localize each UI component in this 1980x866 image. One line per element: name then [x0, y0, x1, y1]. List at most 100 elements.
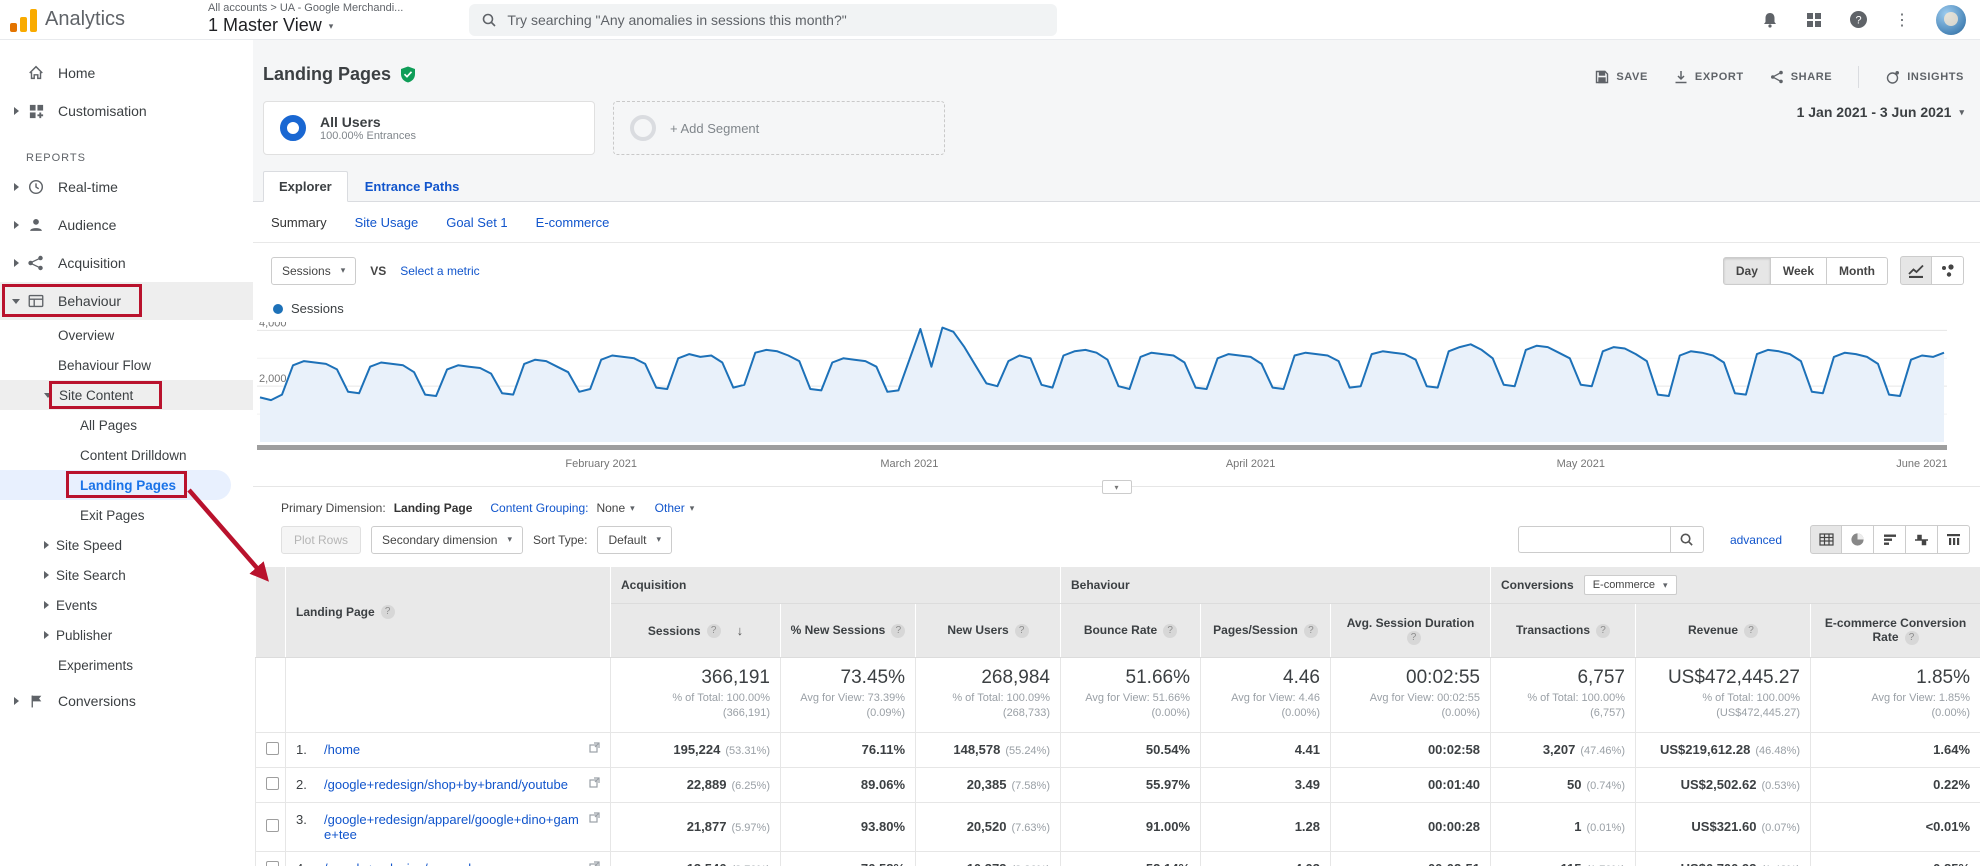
sidebar-item-experiments[interactable]: Experiments: [0, 650, 253, 680]
open-in-new-icon[interactable]: [589, 812, 600, 823]
plot-rows-button[interactable]: Plot Rows: [281, 526, 361, 554]
help-icon[interactable]: ?: [1015, 624, 1029, 638]
column-header-transactions[interactable]: Transactions?: [1491, 604, 1636, 658]
help-icon[interactable]: ?: [1905, 631, 1919, 645]
analytics-brand[interactable]: Analytics: [10, 8, 160, 32]
sidebar-item-audience[interactable]: Audience: [0, 206, 253, 244]
main-content: Landing Pages SAVE EXPORT SHARE: [253, 40, 1980, 866]
sidebar-item-home[interactable]: Home: [0, 54, 253, 92]
sidebar-item-customisation[interactable]: Customisation: [0, 92, 253, 130]
landing-page-link[interactable]: /home: [324, 742, 579, 757]
metric-dropdown[interactable]: Sessions ▾: [271, 257, 356, 285]
global-search[interactable]: [469, 4, 1057, 36]
sidebar-item-landing-pages[interactable]: Landing Pages: [0, 470, 231, 500]
sidebar-item-exit-pages[interactable]: Exit Pages: [0, 500, 253, 530]
sidebar-item-acquisition[interactable]: Acquisition: [0, 244, 253, 282]
sidebar-item-publisher[interactable]: Publisher: [0, 620, 253, 650]
column-header-revenue[interactable]: Revenue?: [1636, 604, 1811, 658]
performance-bars-view-icon[interactable]: [1874, 525, 1906, 554]
collapse-chart-button[interactable]: ▾: [1102, 480, 1132, 494]
tab-entrance-paths[interactable]: Entrance Paths: [348, 172, 477, 201]
sidebar-item-site-content[interactable]: Site Content: [0, 380, 253, 410]
data-table-view-icon[interactable]: [1810, 525, 1842, 554]
open-in-new-icon[interactable]: [589, 861, 600, 866]
granularity-month-button[interactable]: Month: [1827, 257, 1888, 285]
search-input[interactable]: [507, 12, 1045, 28]
primary-dimension-landing-page[interactable]: Landing Page: [394, 501, 473, 515]
add-segment-button[interactable]: + Add Segment: [613, 101, 945, 155]
subtab-summary[interactable]: Summary: [271, 215, 327, 230]
help-icon[interactable]: ?: [707, 624, 721, 638]
subtab-goal-set-1[interactable]: Goal Set 1: [446, 215, 507, 230]
sidebar-item-realtime[interactable]: Real-time: [0, 168, 253, 206]
primary-dimension-label: Primary Dimension:: [281, 501, 386, 515]
sidebar-item-overview[interactable]: Overview: [0, 320, 253, 350]
landing-page-link[interactable]: /google+redesign/apparel/google+dino+gam…: [324, 812, 579, 842]
help-icon[interactable]: ?: [1744, 624, 1758, 638]
table-search-input[interactable]: [1518, 526, 1670, 553]
column-header-pages-session[interactable]: Pages/Session?: [1201, 604, 1331, 658]
tab-explorer[interactable]: Explorer: [263, 171, 348, 202]
more-vert-icon[interactable]: ⋮: [1892, 10, 1912, 30]
sidebar-item-site-search[interactable]: Site Search: [0, 560, 253, 590]
conversions-type-select[interactable]: E-commerce ▾: [1584, 575, 1677, 595]
row-checkbox[interactable]: [266, 777, 279, 790]
avatar[interactable]: [1936, 5, 1966, 35]
help-icon[interactable]: ?: [1848, 10, 1868, 30]
insights-button[interactable]: INSIGHTS: [1885, 70, 1964, 85]
percentage-pie-view-icon[interactable]: [1842, 525, 1874, 554]
help-icon[interactable]: ?: [1163, 624, 1177, 638]
sidebar-item-site-speed[interactable]: Site Speed: [0, 530, 253, 560]
column-header-ecommerce-conversion-rate[interactable]: E-commerce Conversion Rate?: [1811, 604, 1980, 658]
select-metric-link[interactable]: Select a metric: [400, 264, 479, 278]
open-in-new-icon[interactable]: [589, 742, 600, 753]
advanced-filter-link[interactable]: advanced: [1730, 533, 1782, 547]
open-in-new-icon[interactable]: [589, 777, 600, 788]
landing-page-link[interactable]: /google+redesign/apparel: [324, 861, 579, 866]
other-dimension-link[interactable]: Other ▾: [655, 501, 695, 515]
content-grouping-value[interactable]: None ▾: [596, 501, 634, 515]
sort-type-dropdown[interactable]: Default ▾: [597, 526, 672, 554]
subtab-site-usage[interactable]: Site Usage: [355, 215, 419, 230]
column-header-sessions[interactable]: Sessions?↓: [611, 604, 781, 658]
column-header-bounce-rate[interactable]: Bounce Rate?: [1061, 604, 1201, 658]
save-button[interactable]: SAVE: [1595, 70, 1648, 84]
segment-all-users[interactable]: All Users 100.00% Entrances: [263, 101, 595, 155]
line-chart-view-button[interactable]: [1900, 256, 1932, 285]
motion-chart-view-button[interactable]: [1932, 256, 1964, 285]
granularity-day-button[interactable]: Day: [1723, 257, 1771, 285]
sidebar-item-all-pages[interactable]: All Pages: [0, 410, 253, 440]
content-grouping-link[interactable]: Content Grouping:: [490, 501, 588, 515]
sidebar-item-events[interactable]: Events: [0, 590, 253, 620]
help-icon[interactable]: ?: [1596, 624, 1610, 638]
breadcrumb[interactable]: All accounts > UA - Google Merchandi...: [208, 2, 403, 15]
column-header-new-sessions[interactable]: % New Sessions?: [781, 604, 916, 658]
secondary-dimension-dropdown[interactable]: Secondary dimension ▾: [371, 526, 523, 554]
export-button[interactable]: EXPORT: [1674, 70, 1744, 84]
help-icon[interactable]: ?: [381, 605, 395, 619]
help-icon[interactable]: ?: [1304, 624, 1318, 638]
column-header-landing-page[interactable]: Landing Page?: [286, 567, 611, 658]
sidebar-item-behaviour[interactable]: Behaviour: [0, 282, 253, 320]
pivot-view-icon[interactable]: [1938, 525, 1970, 554]
sidebar-item-behaviour-flow[interactable]: Behaviour Flow: [0, 350, 253, 380]
sidebar-item-conversions[interactable]: Conversions: [0, 682, 253, 720]
table-search-button[interactable]: [1670, 526, 1704, 553]
help-icon[interactable]: ?: [1407, 631, 1421, 645]
view-switcher[interactable]: 1 Master View ▾: [208, 15, 403, 37]
notifications-bell-icon[interactable]: [1760, 10, 1780, 30]
share-button[interactable]: SHARE: [1770, 70, 1833, 84]
sidebar-item-content-drilldown[interactable]: Content Drilldown: [0, 440, 253, 470]
landing-page-link[interactable]: /google+redesign/shop+by+brand/youtube: [324, 777, 579, 792]
column-header-new-users[interactable]: New Users?: [916, 604, 1061, 658]
apps-grid-icon[interactable]: [1804, 10, 1824, 30]
subtab-ecommerce[interactable]: E-commerce: [536, 215, 610, 230]
comparison-view-icon[interactable]: [1906, 525, 1938, 554]
row-checkbox[interactable]: [266, 742, 279, 755]
help-icon[interactable]: ?: [891, 624, 905, 638]
column-header-avg-session-duration[interactable]: Avg. Session Duration?: [1331, 604, 1491, 658]
date-range-picker[interactable]: 1 Jan 2021 - 3 Jun 2021 ▾: [1797, 104, 1964, 120]
granularity-week-button[interactable]: Week: [1771, 257, 1827, 285]
row-checkbox[interactable]: [266, 861, 279, 866]
row-checkbox[interactable]: [266, 819, 279, 832]
